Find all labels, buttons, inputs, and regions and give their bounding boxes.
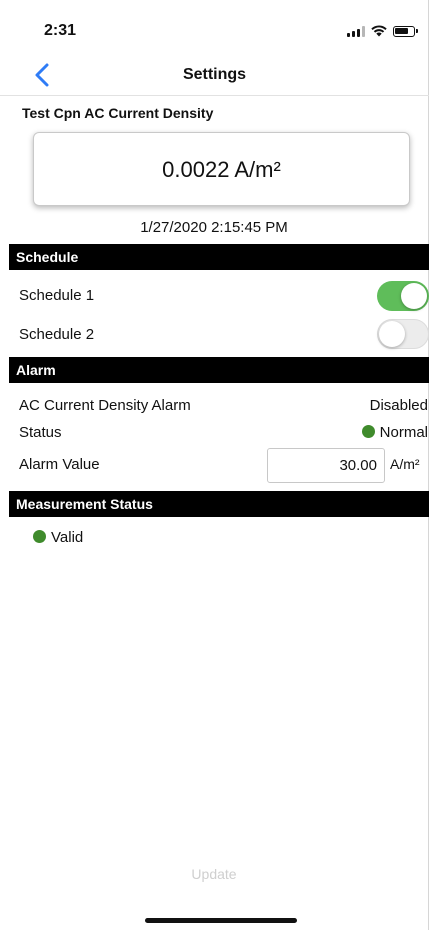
cellular-signal-icon [347, 25, 365, 37]
ac-alarm-label: AC Current Density Alarm [19, 397, 191, 414]
page-title: Settings [182, 66, 247, 83]
status-time: 2:31 [44, 22, 77, 39]
toggle-knob [401, 283, 427, 309]
navigation-bar: Settings [0, 56, 429, 96]
schedule-1-toggle[interactable] [377, 281, 429, 311]
status-dot-icon [33, 530, 46, 543]
schedule-2-label: Schedule 2 [19, 326, 95, 343]
schedule-2-toggle[interactable] [377, 319, 429, 349]
status-bar: 2:31 [0, 0, 429, 60]
home-indicator[interactable] [145, 918, 297, 923]
alarm-value-label: Alarm Value [19, 456, 100, 473]
alarm-value-input[interactable] [267, 448, 385, 483]
alarm-status-label: Status [19, 424, 62, 441]
current-density-card: 0.0022 A/m² [33, 132, 410, 206]
battery-icon [393, 25, 418, 37]
test-point-label: Test Cpn AC Current Density [22, 105, 214, 121]
measurement-status: Valid [33, 529, 83, 546]
reading-timestamp: 1/27/2020 2:15:45 PM [140, 219, 288, 236]
measurement-status-text: Valid [51, 529, 84, 546]
alarm-unit-label: A/m² [390, 456, 420, 472]
alarm-section-header: Alarm [9, 357, 429, 383]
status-dot-icon [361, 425, 375, 438]
wifi-icon [371, 25, 387, 37]
measurement-section-header: Measurement Status [9, 491, 429, 517]
update-button[interactable]: Update [0, 866, 428, 882]
alarm-status-value: Normal [361, 424, 428, 441]
status-icons [347, 25, 418, 37]
ac-alarm-value: Disabled [369, 397, 428, 414]
schedule-section-header: Schedule [9, 244, 429, 270]
current-density-value: 0.0022 A/m² [162, 157, 281, 182]
alarm-status-text: Normal [379, 424, 428, 441]
schedule-1-label: Schedule 1 [19, 287, 95, 304]
settings-screen: 2:31 Settings Test Cpn AC Current Densit… [0, 0, 429, 930]
toggle-knob [379, 321, 405, 347]
